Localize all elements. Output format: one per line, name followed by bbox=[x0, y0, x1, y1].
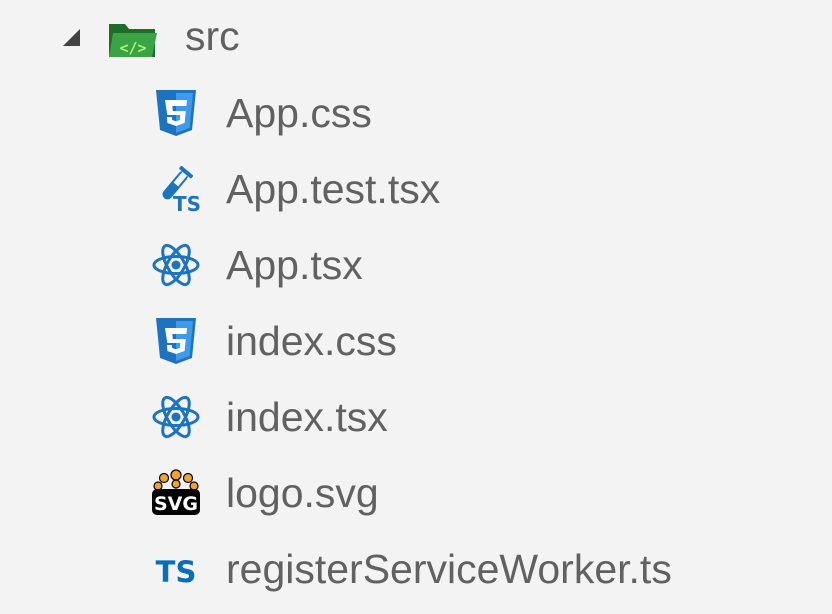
file-row-app-test-tsx[interactable]: TS App.test.tsx bbox=[0, 152, 832, 228]
file-label: App.tsx bbox=[226, 242, 363, 288]
css3-icon bbox=[150, 87, 202, 139]
svg-text:TS: TS bbox=[156, 555, 197, 589]
svg-icon: SVG bbox=[150, 467, 202, 519]
file-explorer-tree: </> src App.css TS App.test.tsx App.tsx … bbox=[0, 0, 832, 614]
file-label: logo.svg bbox=[226, 470, 379, 516]
expanded-triangle-icon[interactable] bbox=[60, 26, 82, 48]
css3-icon bbox=[150, 315, 202, 367]
file-row-app-tsx[interactable]: App.tsx bbox=[0, 228, 832, 304]
file-label: index.tsx bbox=[226, 394, 388, 440]
folder-row-src[interactable]: </> src bbox=[0, 0, 832, 76]
svg-text:TS: TS bbox=[173, 192, 201, 215]
folder-label-src: src bbox=[185, 13, 240, 59]
react-icon bbox=[150, 239, 202, 291]
file-row-register-service-worker-ts[interactable]: TS registerServiceWorker.ts bbox=[0, 532, 832, 608]
file-label: index.css bbox=[226, 318, 397, 364]
svg-text:</>: </> bbox=[119, 39, 146, 57]
typescript-icon: TS bbox=[150, 543, 202, 595]
svg-text:SVG: SVG bbox=[154, 493, 198, 515]
file-row-app-css[interactable]: App.css bbox=[0, 76, 832, 152]
folder-src-open-icon: </> bbox=[107, 12, 159, 64]
file-row-index-css[interactable]: index.css bbox=[0, 304, 832, 380]
ts-test-icon: TS bbox=[150, 163, 202, 215]
react-icon bbox=[150, 391, 202, 443]
file-row-index-tsx[interactable]: index.tsx bbox=[0, 380, 832, 456]
file-row-logo-svg[interactable]: SVG logo.svg bbox=[0, 456, 832, 532]
file-label: registerServiceWorker.ts bbox=[226, 546, 672, 592]
file-label: App.test.tsx bbox=[226, 166, 441, 212]
file-label: App.css bbox=[226, 90, 372, 136]
